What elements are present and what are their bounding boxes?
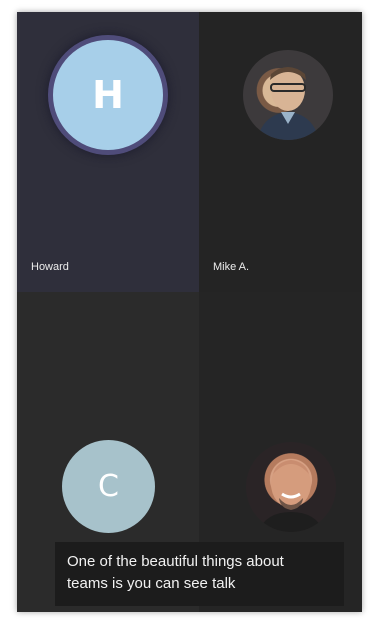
caption-line-2: teams is you can see talk	[67, 575, 236, 592]
live-caption: One of the beautiful things about teams …	[55, 542, 344, 606]
caption-line-1: One of the beautiful things about	[67, 553, 284, 570]
avatar-c: C	[62, 440, 155, 533]
participant-name-mike: Mike A.	[213, 261, 250, 273]
participant-tile-mike[interactable]: Mike A.	[199, 12, 362, 292]
profile-photo-icon	[246, 442, 336, 532]
avatar-howard: H	[53, 40, 163, 150]
profile-photo-icon-graphic	[257, 67, 319, 140]
participant-tile-howard[interactable]: H Howard	[17, 12, 199, 292]
participant-name-howard: Howard	[31, 261, 69, 273]
call-window: H Howard Mike A. C One of the beautiful …	[17, 12, 362, 612]
avatar-initial: C	[98, 469, 119, 504]
profile-photo-icon-graphic	[258, 460, 324, 532]
avatar-initial: H	[92, 73, 124, 117]
profile-photo-icon	[243, 50, 333, 140]
